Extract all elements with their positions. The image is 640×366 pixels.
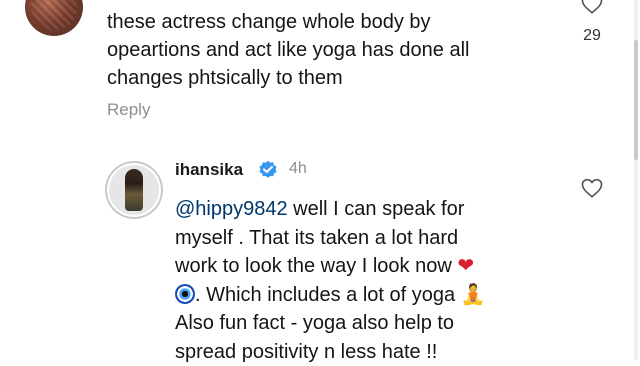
comment-line: changes phtsically to them — [107, 64, 562, 92]
reply-text: @hippy9842 well I can speak for myself .… — [175, 195, 545, 366]
reply-like-button[interactable] — [581, 178, 603, 203]
comment-text: these actress change whole body by opear… — [107, 8, 562, 92]
reply-timestamp: 4h — [289, 160, 307, 178]
scrollbar-thumb[interactable] — [634, 40, 638, 160]
reply-line-text: well I can speak for — [288, 198, 465, 220]
comment-line: opeartions and act like yoga has done al… — [107, 36, 562, 64]
reply-line: . Which includes a lot of yoga 🧘 — [175, 281, 545, 310]
reply-username[interactable]: ihansika — [175, 160, 243, 180]
reply-line: spread positivity n less hate !! — [175, 338, 545, 366]
verified-badge-icon — [258, 160, 278, 180]
reply-line: @hippy9842 well I can speak for — [175, 195, 545, 224]
heart-outline-icon — [581, 178, 603, 198]
mention-link[interactable]: @hippy9842 — [175, 198, 288, 220]
reply-line: Also fun fact - yoga also help to — [175, 309, 545, 338]
comment-line: these actress change whole body by — [107, 8, 562, 36]
commenter-avatar[interactable] — [25, 0, 83, 36]
avatar-photo — [125, 169, 143, 211]
yoga-emoji: 🧘 — [461, 284, 486, 306]
reply-line-text: work to look the way I look now — [175, 255, 457, 277]
like-button[interactable] — [581, 0, 603, 19]
reply-button[interactable]: Reply — [107, 100, 150, 120]
nazar-amulet-emoji — [175, 284, 195, 304]
heart-outline-icon — [581, 0, 603, 14]
like-count: 29 — [570, 27, 614, 45]
reply-line-text: . Which includes a lot of yoga — [195, 284, 461, 306]
reply-line: work to look the way I look now ❤ — [175, 252, 545, 281]
red-heart-emoji: ❤ — [457, 255, 474, 277]
reply-avatar[interactable] — [107, 163, 161, 217]
reply-line: myself . That its taken a lot hard — [175, 224, 545, 253]
